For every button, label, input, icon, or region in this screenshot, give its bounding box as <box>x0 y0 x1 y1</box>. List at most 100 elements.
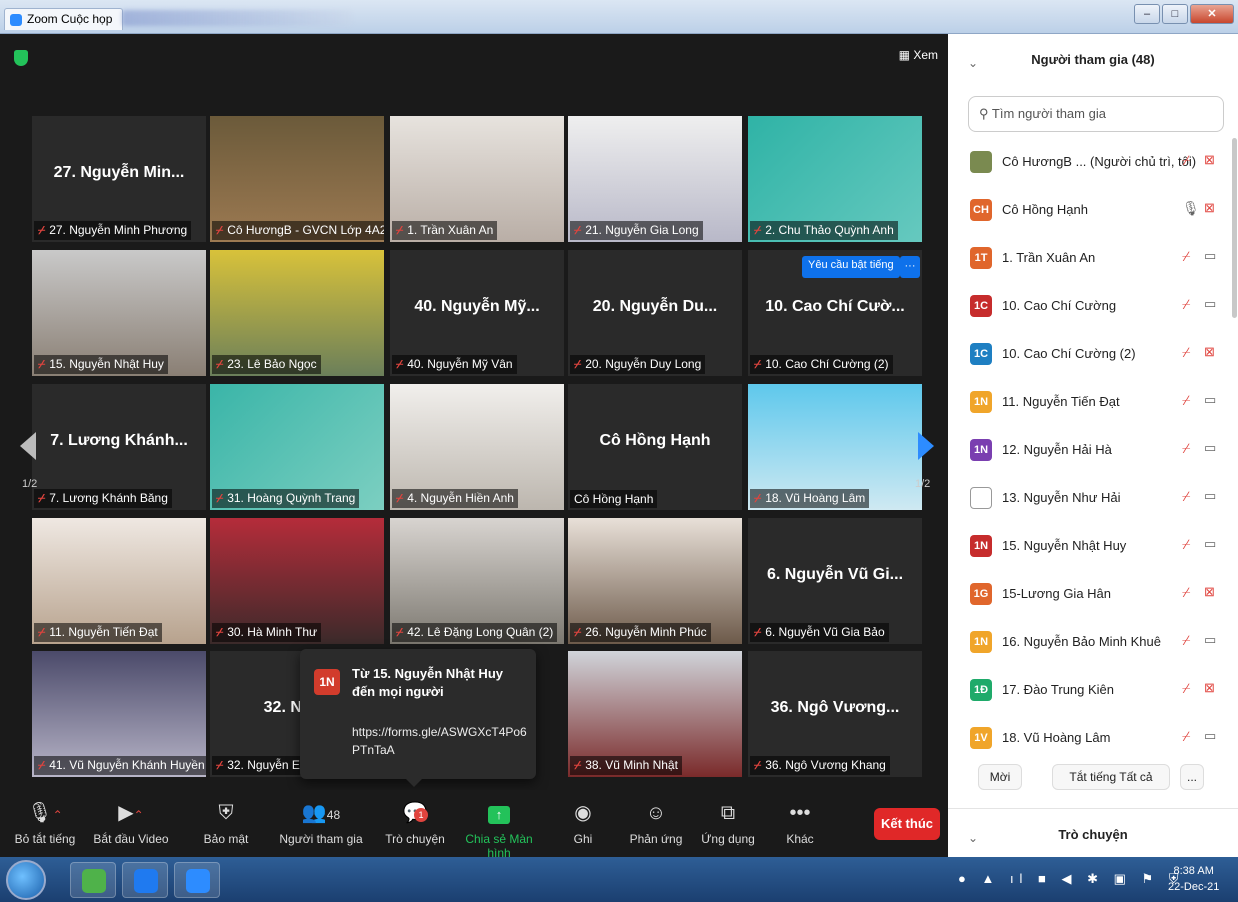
video-tile[interactable]: ⌿ 26. Nguyễn Minh Phúc <box>568 518 742 644</box>
mic-muted-icon[interactable]: ⌿ <box>1182 536 1190 553</box>
camera-icon[interactable]: ▭ <box>1204 296 1216 312</box>
next-page-arrow-icon[interactable] <box>918 432 934 460</box>
video-tile[interactable]: ⌿ Cô HươngB - GVCN Lớp 4A2 <box>210 116 384 242</box>
security-shield-icon[interactable] <box>14 50 28 66</box>
share-screen-button[interactable]: ↑ Chia sẻ Màn hình <box>452 800 546 860</box>
start-button[interactable] <box>6 860 46 900</box>
participant-item[interactable]: 1N 16. Nguyễn Bảo Minh Khuê ⌿ ▭ <box>948 618 1232 666</box>
start-video-button[interactable]: ▶︎⌃ Bắt đầu Video <box>90 800 172 846</box>
video-tile[interactable]: ⌿ 31. Hoàng Quỳnh Trang <box>210 384 384 510</box>
mic-muted-icon[interactable]: ⌿ <box>1182 488 1190 505</box>
mic-muted-icon: ⌿ <box>38 758 46 772</box>
more-button[interactable]: ••• Khác <box>780 800 820 846</box>
mic-muted-icon[interactable]: ⌿ <box>1182 440 1190 457</box>
participant-item[interactable]: 1Đ 17. Đào Trung Kiên ⌿ ⊠ <box>948 666 1232 714</box>
mic-muted-icon[interactable]: ⌿ <box>1182 152 1190 169</box>
video-tile[interactable]: ⌿ 41. Vũ Nguyễn Khánh Huyền <box>32 651 206 777</box>
system-tray[interactable]: ● ▲ ıl ■ ◀ ✱ ▣ ⚑ ⛨ <box>958 871 1185 887</box>
reactions-button[interactable]: ☺ Phản ứng <box>626 800 686 846</box>
mic-muted-icon[interactable]: ⌿ <box>1182 632 1190 649</box>
video-tile[interactable]: ⌿ 42. Lê Đặng Long Quân (2) <box>390 518 564 644</box>
tile-name-label: ⌿ 18. Vũ Hoàng Lâm <box>750 489 870 508</box>
camera-icon[interactable]: ▭ <box>1204 632 1216 648</box>
taskbar-zalo[interactable] <box>122 862 168 898</box>
participant-item[interactable]: 1N 12. Nguyễn Hải Hà ⌿ ▭ <box>948 426 1232 474</box>
video-tile[interactable]: 27. Nguyễn Min... ⌿ 27. Nguyễn Minh Phương <box>32 116 206 242</box>
panel-more-button[interactable]: ... <box>1180 764 1204 790</box>
unmute-request-button[interactable]: Yêu cầu bật tiếng <box>802 256 900 278</box>
camera-icon[interactable]: ▭ <box>1204 536 1216 552</box>
participant-item[interactable]: 1N 15. Nguyễn Nhật Huy ⌿ ▭ <box>948 522 1232 570</box>
participant-item[interactable]: 1C 10. Cao Chí Cường (2) ⌿ ⊠ <box>948 330 1232 378</box>
mic-icon[interactable]: 🎙︎ <box>1182 200 1200 217</box>
chat-button[interactable]: 💬 1 Trò chuyện <box>384 800 446 846</box>
security-button[interactable]: ⛨ Bảo mật <box>196 800 256 846</box>
participant-item[interactable]: 1T 1. Trần Xuân An ⌿ ▭ <box>948 234 1232 282</box>
video-tile[interactable]: ⌿ 23. Lê Bảo Ngọc <box>210 250 384 376</box>
record-button[interactable]: ◉ Ghi <box>562 800 604 846</box>
camera-icon[interactable]: ▭ <box>1204 440 1216 456</box>
mic-muted-icon[interactable]: ⌿ <box>1182 728 1190 745</box>
minimize-button[interactable]: – <box>1134 4 1160 24</box>
participant-item[interactable]: 13. Nguyễn Như Hải ⌿ ▭ <box>948 474 1232 522</box>
participant-item[interactable]: CH Cô Hồng Hạnh 🎙︎ ⊠ <box>948 186 1232 234</box>
video-tile[interactable]: 7. Lương Khánh... ⌿ 7. Lương Khánh Băng <box>32 384 206 510</box>
camera-icon[interactable]: ▭ <box>1204 728 1216 744</box>
page-indicator-right: 1/2 <box>915 478 931 490</box>
end-meeting-button[interactable]: Kết thúc <box>874 808 940 840</box>
apps-button[interactable]: ⧉ Ứng dụng <box>700 800 756 846</box>
camera-icon[interactable]: ▭ <box>1204 248 1216 264</box>
camera-icon[interactable]: ▭ <box>1204 392 1216 408</box>
video-tile[interactable]: ⌿ 30. Hà Minh Thư <box>210 518 384 644</box>
maximize-button[interactable]: □ <box>1162 4 1188 24</box>
participant-search-input[interactable]: ⚲ Tìm người tham gia <box>968 96 1224 132</box>
participant-item[interactable]: 1C 10. Cao Chí Cường ⌿ ▭ <box>948 282 1232 330</box>
chat-message[interactable]: https://forms.gle/ASWGXcT4Po6PTnTaA <box>352 723 528 759</box>
participants-button[interactable]: 👥48 Người tham gia <box>278 800 364 846</box>
view-button[interactable]: ▦ Xem <box>899 48 938 62</box>
camera-off-icon[interactable]: ⊠ <box>1204 200 1215 216</box>
mic-muted-icon[interactable]: ⌿ <box>1182 392 1190 409</box>
window-tab[interactable]: Zoom Cuộc họp <box>4 8 124 30</box>
unmute-more-button[interactable]: ··· <box>900 256 920 278</box>
camera-off-icon[interactable]: ⊠ <box>1204 584 1215 600</box>
mic-muted-icon[interactable]: ⌿ <box>1182 680 1190 697</box>
mic-muted-icon[interactable]: ⌿ <box>1182 584 1190 601</box>
mic-muted-icon[interactable]: ⌿ <box>1182 344 1190 361</box>
video-tile[interactable]: 40. Nguyễn Mỹ... ⌿ 40. Nguyễn Mỹ Vân <box>390 250 564 376</box>
video-tile[interactable]: 20. Nguyễn Du... ⌿ 20. Nguyễn Duy Long <box>568 250 742 376</box>
video-tile[interactable]: ⌿ 1. Trần Xuân An <box>390 116 564 242</box>
video-tile[interactable]: ⌿ 4. Nguyễn Hiền Anh <box>390 384 564 510</box>
camera-icon[interactable]: ▭ <box>1204 488 1216 504</box>
chat-popup[interactable]: 1N Từ 15. Nguyễn Nhật Huy đến mọi người … <box>300 649 536 787</box>
prev-page-arrow-icon[interactable] <box>20 432 36 460</box>
video-tile[interactable]: ⌿ 38. Vũ Minh Nhật <box>568 651 742 777</box>
video-tile[interactable]: ⌿ 15. Nguyễn Nhật Huy <box>32 250 206 376</box>
taskbar-zoom[interactable] <box>174 862 220 898</box>
mute-all-button[interactable]: Tắt tiếng Tất cả <box>1052 764 1170 790</box>
system-clock[interactable]: 8:38 AM 22-Dec-21 <box>1168 863 1219 895</box>
invite-button[interactable]: Mời <box>978 764 1022 790</box>
camera-off-icon[interactable]: ⊠ <box>1204 344 1215 360</box>
video-tile[interactable]: ⌿ 2. Chu Thảo Quỳnh Anh <box>748 116 922 242</box>
mic-muted-icon[interactable]: ⌿ <box>1182 296 1190 313</box>
participant-item[interactable]: 1N 11. Nguyễn Tiến Đạt ⌿ ▭ <box>948 378 1232 426</box>
video-tile[interactable]: ⌿ 18. Vũ Hoàng Lâm <box>748 384 922 510</box>
participant-list-scrollbar[interactable] <box>1232 138 1237 318</box>
camera-off-icon[interactable]: ⊠ <box>1204 680 1215 696</box>
video-tile[interactable]: ⌿ 21. Nguyễn Gia Long <box>568 116 742 242</box>
avatar: 1N <box>970 631 992 653</box>
tile-name-text: 27. Nguyễn Minh Phương <box>49 223 188 237</box>
mic-muted-icon[interactable]: ⌿ <box>1182 248 1190 265</box>
close-button[interactable]: ✕ <box>1190 4 1234 24</box>
video-tile[interactable]: 36. Ngô Vương... ⌿ 36. Ngô Vương Khang <box>748 651 922 777</box>
participant-item[interactable]: Cô HươngB ... (Người chủ trì, tôi) ⌿ ⊠ <box>948 138 1232 186</box>
video-tile[interactable]: 6. Nguyễn Vũ Gi... ⌿ 6. Nguyễn Vũ Gia Bảo <box>748 518 922 644</box>
camera-off-icon[interactable]: ⊠ <box>1204 152 1215 168</box>
taskbar-app-1[interactable] <box>70 862 116 898</box>
video-tile[interactable]: ⌿ 11. Nguyễn Tiến Đạt <box>32 518 206 644</box>
video-tile[interactable]: Cô Hồng Hạnh Cô Hồng Hạnh <box>568 384 742 510</box>
mute-button[interactable]: 🎙︎⌃ Bỏ tắt tiếng <box>6 800 84 846</box>
participant-item[interactable]: 1V 18. Vũ Hoàng Lâm ⌿ ▭ <box>948 714 1232 762</box>
participant-item[interactable]: 1G 15-Lương Gia Hân ⌿ ⊠ <box>948 570 1232 618</box>
